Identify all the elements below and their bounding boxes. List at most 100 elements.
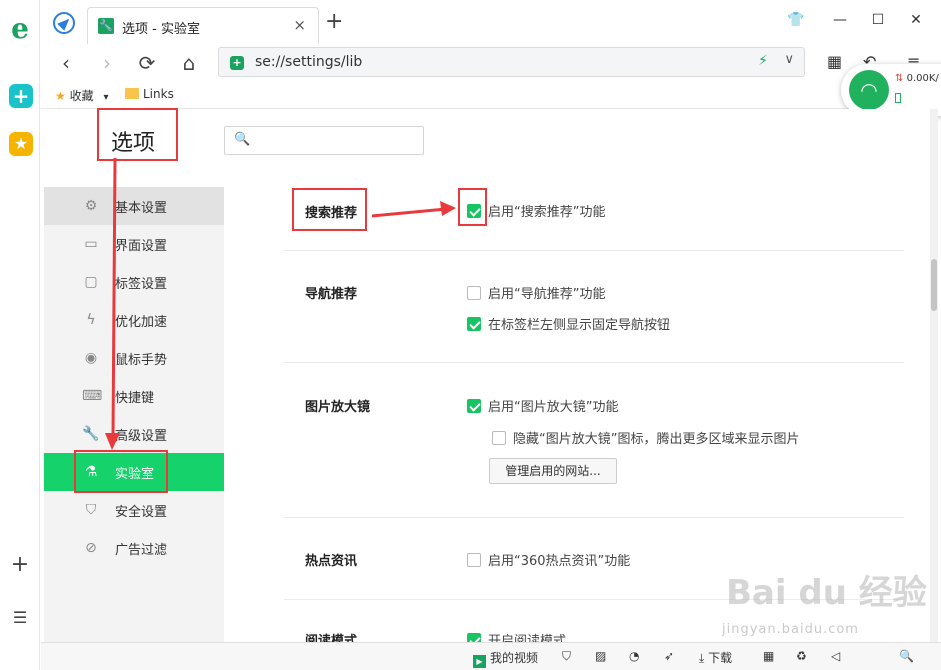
add-app-icon[interactable]: + [8,553,32,577]
tab-settings-lab[interactable]: 🔧 选项 - 实验室 × [87,7,319,44]
list-menu-icon[interactable]: ☰ [8,606,32,630]
tab-title: 选项 - 实验室 [122,22,200,37]
page-scrollbar[interactable] [930,109,938,642]
sidebar-item-mouse-gesture[interactable]: ◉ 鼠标手势 [44,339,224,377]
rocket-icon[interactable]: ➶ [664,649,674,663]
option-hide-magnifier-icon[interactable]: 隐藏“图片放大镜”图标，腾出更多区域来显示图片 [492,428,799,447]
sidebar-item-tabs[interactable]: ▢ 标签设置 [44,263,224,301]
app-sidebar-strip: e + ★ + ☰ [0,0,40,670]
checkbox-hot-news[interactable] [467,553,481,567]
window-icon: ▭ [84,236,98,252]
baidu-watermark: Bai du 经验 [726,573,927,613]
sidebar-item-label: 快捷键 [115,391,155,406]
option-label: 启用“图片放大镜”功能 [488,400,619,415]
sidebar-item-label: 优化加速 [115,315,168,330]
sidebar-item-shortcuts[interactable]: ⌨ 快捷键 [44,377,224,415]
links-bookmark[interactable]: Links [125,87,174,101]
address-dropdown-icon[interactable]: ∨ [784,52,794,67]
my-videos-button[interactable]: ▶ 我的视频 [473,649,538,668]
secure-shield-icon: + [230,56,244,70]
option-fixed-nav-button[interactable]: 在标签栏左侧显示固定导航按钮 [467,314,670,333]
checkbox-hide-magnifier-icon[interactable] [492,431,506,445]
speed-mode-icon[interactable]: ⚡ [758,53,768,69]
checkbox-fixed-nav-button[interactable] [467,317,481,331]
new-tab-button[interactable]: + [325,10,343,34]
tab-icon: ▢ [84,274,98,290]
download-label: 下载 [708,651,733,665]
checkbox-image-magnifier[interactable] [467,399,481,413]
tab-close-icon[interactable]: × [293,16,306,34]
favorites-app-icon[interactable]: ★ [9,132,33,156]
option-nav-recommend[interactable]: 启用“导航推荐”功能 [467,283,605,302]
sidebar-item-label: 标签设置 [115,277,168,292]
recycle-icon[interactable]: ♻ [796,649,807,663]
speedometer-icon[interactable]: ◔ [629,649,639,663]
forward-button[interactable]: › [94,50,120,76]
wifi-icon: ◠ [849,70,889,110]
favorites-label: 收藏 [69,89,94,103]
sidebar-item-optimize[interactable]: ϟ 优化加速 [44,301,224,339]
sidebar-item-security[interactable]: ⛉ 安全设置 [44,491,224,529]
baidu-watermark-url: jingyan.baidu.com [722,622,859,637]
play-icon: ▶ [473,655,486,668]
browser-logo-icon[interactable]: e [6,14,34,44]
option-search-recommend[interactable]: 启用“搜索推荐”功能 [467,201,605,220]
annotation-box-checkbox [458,188,487,226]
option-label: 隐藏“图片放大镜”图标，腾出更多区域来显示图片 [513,432,800,447]
sidebar-item-adblock[interactable]: ⊘ 广告过滤 [44,529,224,567]
download-icon: ⤓ [699,651,705,665]
divider [284,250,904,251]
sidebar-item-label: 基本设置 [115,201,168,216]
home-button[interactable]: ⌂ [176,50,202,76]
section-title-hot-news: 热点资讯 [305,554,358,569]
settings-search-input[interactable]: 🔍 [224,126,424,155]
battery-icon [895,93,901,103]
wrench-icon: 🔧 [82,426,100,442]
navigation-compass-icon[interactable] [53,12,75,34]
translate-icon[interactable]: ▦ [763,649,774,663]
section-title-nav-recommend: 导航推荐 [305,287,358,302]
maximize-button[interactable]: ☐ [868,12,888,28]
reload-button[interactable]: ⟳ [134,50,160,76]
manage-sites-button[interactable]: 管理启用的网站... [489,458,617,484]
navigation-bar: ‹ › ⟳ ⌂ + se://settings/lib ⚡ ∨ ▦ ↶ ≡ [41,44,941,82]
sidebar-item-advanced[interactable]: 🔧 高级设置 [44,415,224,453]
option-label: 启用“搜索推荐”功能 [488,205,606,220]
download-button[interactable]: ⤓ 下载 [699,649,732,666]
image-icon[interactable]: ▨ [595,649,606,663]
checkbox-nav-recommend[interactable] [467,286,481,300]
volume-icon[interactable]: ◁ [831,649,840,663]
sidebar-item-label: 安全设置 [115,505,168,520]
sidebar-item-basic[interactable]: ⚙ 基本设置 [44,187,224,225]
keyboard-icon: ⌨ [82,388,103,404]
option-image-magnifier[interactable]: 启用“图片放大镜”功能 [467,396,618,415]
section-title-image-magnifier: 图片放大镜 [305,400,371,415]
settings-sidebar: ⚙ 基本设置 ▭ 界面设置 ▢ 标签设置 ϟ 优化加速 ◉ 鼠标手势 ⌨ 快捷键 [44,187,224,642]
sidebar-item-label: 高级设置 [115,429,168,444]
url-text[interactable]: se://settings/lib [255,54,362,70]
security-status-icon[interactable]: ⛉ [562,649,571,664]
status-bar: ▶ 我的视频 ⛉ ▨ ◔ ➶ ⤓ 下载 ▦ ♻ ◁ 🔍 [41,642,941,670]
option-hot-news[interactable]: 启用“360热点资讯”功能 [467,550,630,569]
mouse-icon: ◉ [84,350,98,366]
shield-icon: ⛉ [85,502,97,518]
network-speed-value: 0.00K/ [906,73,939,84]
back-button[interactable]: ‹ [53,50,79,76]
minimize-button[interactable]: — [830,12,850,28]
divider [284,362,904,363]
scrollbar-thumb[interactable] [931,259,937,311]
skin-shirt-icon[interactable]: 👕 [786,12,806,28]
settings-page: 选项 🔍 ⚙ 基本设置 ▭ 界面设置 ▢ 标签设置 ϟ 优化加速 ◉ 鼠标手势 … [44,109,937,649]
favorites-bookmark[interactable]: ★ 收藏 ▾ [55,87,108,104]
zoom-icon[interactable]: 🔍 [899,649,914,663]
sidebar-item-label: 界面设置 [115,239,168,254]
gear-icon: ⚙ [84,198,98,214]
folder-icon [125,88,139,99]
apps-grid-icon[interactable]: ▦ [827,52,842,71]
close-window-button[interactable]: ✕ [906,12,926,28]
links-label: Links [143,87,174,101]
health-app-icon[interactable]: + [9,84,33,108]
sidebar-item-interface[interactable]: ▭ 界面设置 [44,225,224,263]
address-bar[interactable]: + se://settings/lib ⚡ ∨ [218,47,805,77]
lightning-icon: ϟ [86,312,96,328]
